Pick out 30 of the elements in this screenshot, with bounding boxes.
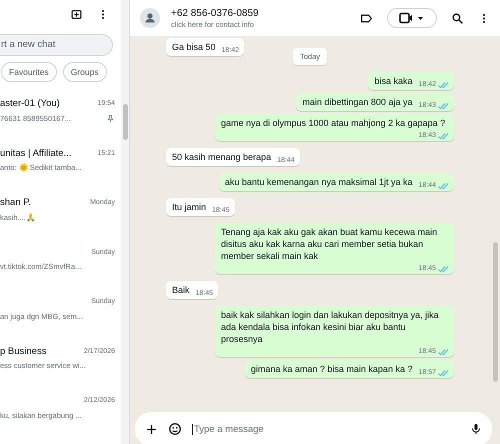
message-text: main dibettingan 800 aja ya (302, 96, 412, 108)
message-text: Ga bisa 50 (172, 41, 216, 53)
plus-icon[interactable] (145, 422, 158, 436)
microphone-icon[interactable] (470, 422, 482, 436)
video-camera-icon (399, 12, 425, 24)
message-text: aku bantu kemenangan nya maksimal 1jt ya ka (224, 176, 412, 188)
message-text: Tenang aja kak aku gak akan buat kamu kecewa main disitus aku kak karna aku cari member setia bukan member sekali main kak (221, 226, 438, 262)
new-chat-icon[interactable] (70, 8, 83, 22)
message-text: 50 kasih menang berapa (172, 151, 272, 163)
chat-name[interactable]: aster-01 (You) (0, 98, 60, 109)
label-icon[interactable] (360, 12, 373, 24)
chat-name[interactable]: unitas | Affiliate... (0, 148, 72, 158)
message-text: bisa kaka (374, 75, 412, 87)
message-text: game nya di olympus 1000 atau mahjong 2 ka gapapa ? (221, 117, 446, 129)
sticker-icon[interactable] (168, 422, 182, 436)
message-text: Itu jamin (172, 201, 206, 213)
search-field[interactable]: rt a new chat (0, 34, 113, 56)
avatar-icon[interactable] (140, 8, 160, 28)
scrollbar-thumb[interactable] (493, 242, 498, 382)
contact-name[interactable]: +62 856-0376-0859 (171, 8, 259, 18)
message-text: Baik (172, 284, 190, 296)
message-text: baik kak silahkan login dan lakukan depositnya ya, jika ada kendala bisa infokan kesini biar aku bantu prosesnya (221, 309, 440, 345)
scrollbar-thumb[interactable] (122, 104, 128, 140)
message-text: gimana ka aman ? bisa main kapan ka ? (250, 363, 412, 375)
chat-name[interactable]: shan P. (0, 197, 31, 208)
filter-chip[interactable]: Favourites (1, 62, 57, 82)
chat-name[interactable]: p Business (0, 346, 46, 356)
filter-chip[interactable]: Groups (62, 62, 107, 82)
search-icon[interactable] (451, 12, 464, 24)
video-call-button[interactable] (387, 8, 437, 28)
